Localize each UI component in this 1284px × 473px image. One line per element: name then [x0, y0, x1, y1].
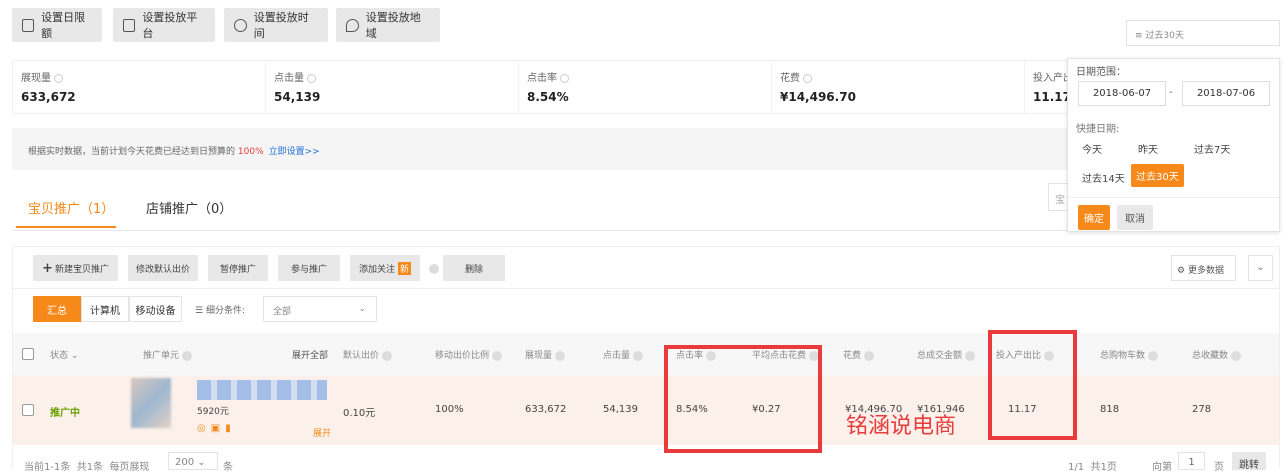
header-unit: 推广单元	[143, 348, 193, 361]
pause-icon: ◎	[197, 423, 211, 434]
condition-select[interactable]: 全部 ⌄	[263, 296, 377, 322]
cell-bid[interactable]: 0.10元	[343, 404, 375, 419]
set-now-link[interactable]: 立即设置>>	[269, 147, 320, 157]
condition-label: ☰ 细分条件:	[195, 306, 245, 316]
follow-button[interactable]: 添加关注新	[350, 255, 420, 281]
row-checkbox[interactable]	[22, 404, 34, 416]
gear-icon: ⚙	[1177, 266, 1186, 276]
delete-button[interactable]: 删除	[443, 255, 505, 281]
pause-button[interactable]: 暂停推广	[208, 255, 268, 281]
edit-bid-button[interactable]: 修改默认出价	[128, 255, 198, 281]
confirm-button[interactable]: 确定	[1078, 205, 1110, 230]
monitor-icon	[123, 18, 136, 32]
header-favs[interactable]: 总收藏数	[1192, 348, 1242, 361]
list-icon: ☰	[195, 306, 204, 316]
location-icon	[346, 18, 359, 32]
status-badge: 推广中	[50, 408, 80, 419]
set-platform-button[interactable]: 设置投放平台	[113, 8, 215, 42]
date-range-trigger[interactable]: ≡ 过去30天	[1126, 20, 1280, 46]
header-bid[interactable]: 默认出价	[343, 348, 393, 361]
product-price: 5920元	[197, 407, 229, 417]
select-all-checkbox[interactable]	[22, 348, 34, 360]
page-info: 1/1 共1页	[1068, 462, 1117, 473]
segment-summary[interactable]: 汇总	[33, 296, 81, 322]
header-impressions[interactable]: 展现量	[525, 348, 566, 361]
quick-date-label: 快捷日期:	[1076, 124, 1120, 135]
stat-ctr: 点击率 8.54%	[519, 61, 772, 113]
annotation-box-ctr-cpc	[664, 345, 822, 453]
annotation-box-roi	[988, 330, 1077, 440]
stat-cost: 花费 ¥14,496.70	[772, 61, 1025, 113]
page-unit: 页	[1214, 462, 1224, 473]
tab-shop-promotion[interactable]: 店铺推广（0）	[146, 198, 232, 217]
segment-mobile[interactable]: 移动设备	[129, 296, 182, 322]
divider	[13, 288, 1279, 289]
trash-icon: ▮	[225, 423, 236, 434]
budget-icon	[22, 18, 35, 32]
table-header	[13, 333, 1279, 375]
row-actions[interactable]: ◎▣▮	[197, 423, 236, 434]
quick-last-30[interactable]: 过去30天	[1131, 164, 1184, 187]
goto-label: 向第	[1152, 462, 1172, 473]
per-page-unit: 条	[223, 462, 233, 473]
help-icon	[54, 73, 63, 83]
quick-yesterday[interactable]: 昨天	[1138, 141, 1158, 156]
header-mobile-ratio[interactable]: 移动出价比例	[435, 348, 503, 361]
help-icon	[307, 73, 316, 83]
expand-link[interactable]: 展开	[313, 426, 331, 439]
join-button[interactable]: 参与推广	[278, 255, 340, 281]
start-date-input[interactable]: 2018-06-07	[1078, 81, 1166, 106]
header-status[interactable]: 状态 ⌄	[50, 348, 78, 361]
plus-icon: +	[42, 260, 53, 276]
more-data-button[interactable]: ⚙ 更多数据	[1171, 255, 1236, 281]
help-icon	[560, 73, 569, 83]
chevron-down-icon[interactable]: ⌄	[1248, 255, 1273, 281]
new-promotion-button[interactable]: + 新建宝贝推广	[33, 255, 118, 281]
quick-today[interactable]: 今天	[1082, 141, 1102, 156]
product-thumbnail[interactable]	[131, 378, 171, 428]
copy-icon: ▣	[210, 423, 226, 434]
active-tab-indicator	[16, 226, 116, 228]
set-time-button[interactable]: 设置投放时间	[224, 8, 328, 42]
jump-button[interactable]: 跳转	[1232, 452, 1266, 471]
cell-carts: 818	[1100, 404, 1120, 415]
date-separator: -	[1169, 87, 1173, 98]
header-gmv[interactable]: 总成交金额	[917, 348, 976, 361]
tab-item-promotion[interactable]: 宝贝推广（1）	[28, 198, 114, 217]
watermark: 铭涵说电商	[846, 414, 957, 439]
product-title-link[interactable]	[197, 380, 327, 400]
segment-computer[interactable]: 计算机	[81, 296, 129, 322]
help-icon	[803, 73, 812, 83]
set-region-button[interactable]: 设置投放地域	[336, 8, 440, 42]
quick-last-14[interactable]: 过去14天	[1082, 170, 1125, 185]
quick-last-7[interactable]: 过去7天	[1194, 141, 1230, 156]
date-range-popup: 日期范围： 2018-06-07 - 2018-07-06 快捷日期: 今天 昨…	[1067, 58, 1280, 232]
new-badge: 新	[398, 261, 412, 275]
cell-mobile-ratio: 100%	[435, 404, 464, 415]
set-daily-limit-button[interactable]: 设置日限额	[12, 8, 102, 42]
header-cost[interactable]: 花费	[843, 348, 875, 361]
goto-page-input[interactable]: 1	[1178, 452, 1205, 470]
help-icon[interactable]	[429, 264, 439, 274]
cell-favs: 278	[1192, 404, 1212, 415]
pagination-summary: 当前1-1条 共1条 每页展现	[24, 462, 150, 473]
stat-clicks: 点击量 54,139	[266, 61, 519, 113]
cancel-button[interactable]: 取消	[1117, 205, 1153, 230]
header-clicks[interactable]: 点击量	[603, 348, 644, 361]
divider	[1068, 197, 1279, 198]
stat-impressions: 展现量 633,672	[13, 61, 266, 113]
end-date-input[interactable]: 2018-07-06	[1182, 81, 1270, 106]
date-range-label: 日期范围：	[1076, 67, 1126, 78]
clock-icon	[234, 18, 247, 32]
per-page-select[interactable]: 200 ⌄	[168, 452, 218, 470]
calendar-icon: ≡	[1135, 31, 1143, 41]
cell-impressions: 633,672	[525, 404, 567, 415]
cell-clicks: 54,139	[603, 404, 638, 415]
header-carts[interactable]: 总购物车数	[1100, 348, 1159, 361]
chevron-down-icon: ⌄	[358, 304, 366, 314]
expand-all-link[interactable]: 展开全部	[292, 348, 328, 361]
